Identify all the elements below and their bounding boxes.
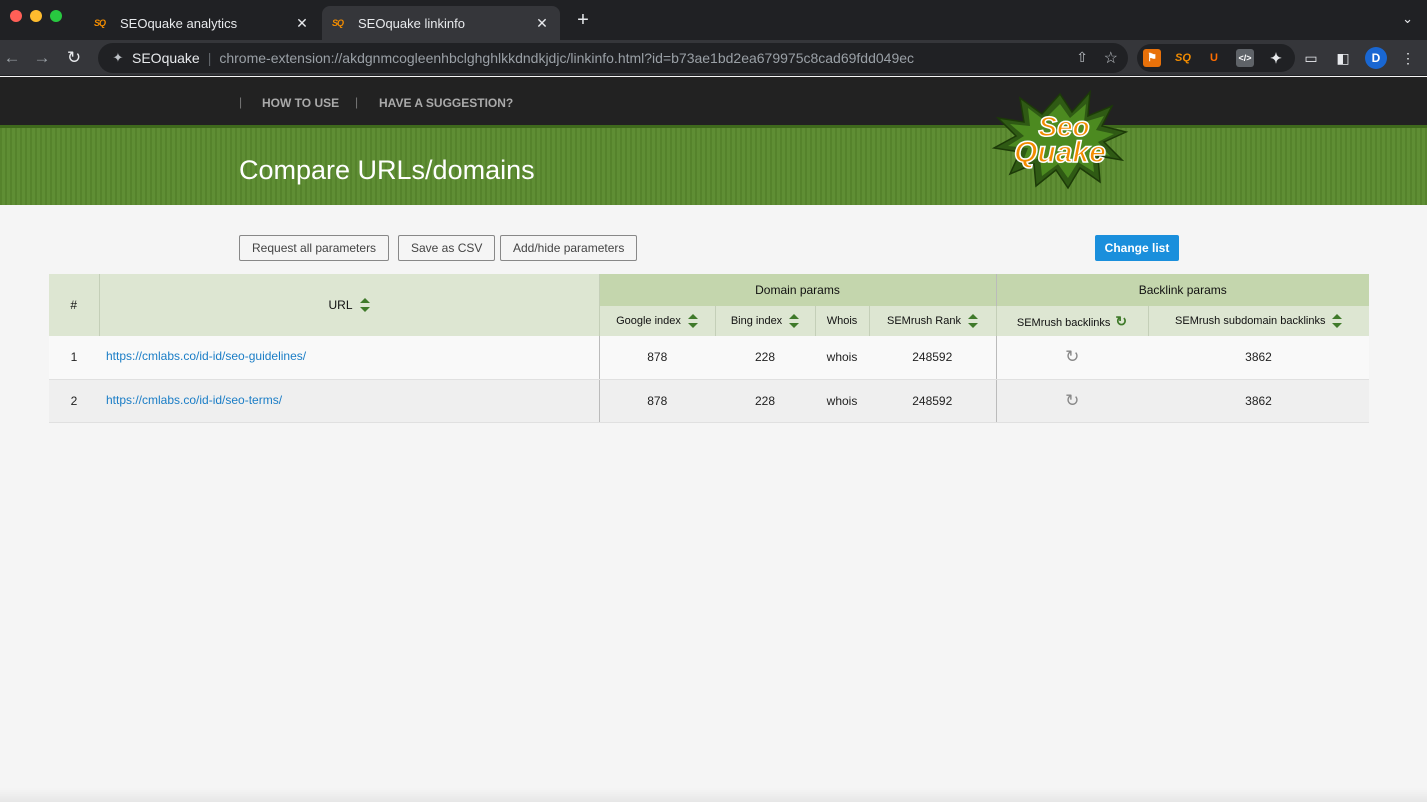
- column-header-google-index[interactable]: Google index: [598, 306, 716, 336]
- side-panel-icon[interactable]: ◧: [1333, 48, 1353, 68]
- url-link[interactable]: https://cmlabs.co/id-id/seo-guidelines/: [106, 349, 306, 363]
- group-header-backlink-params: Backlink params: [995, 274, 1369, 306]
- back-arrow-icon[interactable]: ←: [0, 46, 24, 70]
- bookmark-star-icon[interactable]: ☆: [1104, 48, 1118, 68]
- table-row: 1 https://cmlabs.co/id-id/seo-guidelines…: [49, 336, 1369, 380]
- puzzle-icon[interactable]: ✦: [1267, 49, 1285, 67]
- close-icon[interactable]: ✕: [294, 15, 310, 32]
- sort-arrows-icon[interactable]: [359, 298, 370, 313]
- group-header-domain-params: Domain params: [598, 274, 996, 306]
- chevron-down-icon[interactable]: ⌄: [1402, 11, 1413, 27]
- address-bar[interactable]: ✦ SEOquake | chrome-extension://akdgnmco…: [98, 43, 1128, 73]
- sort-arrows-icon[interactable]: [967, 314, 978, 328]
- minimize-window-button[interactable]: [30, 10, 42, 22]
- row-index: 2: [49, 379, 99, 423]
- maximize-window-button[interactable]: [50, 10, 62, 22]
- seoquake-extension-icon[interactable]: SQ: [1174, 49, 1192, 67]
- share-icon[interactable]: ⇧: [1076, 49, 1088, 66]
- tab-seoquake-linkinfo[interactable]: SQ SEOquake linkinfo ✕: [322, 6, 560, 40]
- divider: |: [355, 95, 359, 109]
- kebab-menu-icon[interactable]: ⋮: [1398, 48, 1418, 68]
- extension-flag-icon[interactable]: ⚑: [1143, 49, 1161, 67]
- bottom-shadow: [0, 788, 1427, 802]
- close-window-button[interactable]: [10, 10, 22, 22]
- column-header-semrush-backlinks[interactable]: SEMrush backlinks ↻: [995, 306, 1149, 336]
- logo-text-bottom: Quake: [1014, 136, 1106, 169]
- bing-index-value: 228: [715, 336, 815, 380]
- extension-name: SEOquake: [132, 50, 200, 66]
- semrush-rank-value: 248592: [869, 379, 996, 423]
- title-banner: Compare URLs/domains: [0, 125, 1427, 205]
- subdomain-backlinks-value: 3862: [1148, 379, 1369, 423]
- tab-seoquake-analytics[interactable]: SQ SEOquake analytics ✕: [84, 6, 320, 40]
- forward-arrow-icon[interactable]: →: [30, 46, 54, 70]
- tab-title: SEOquake linkinfo: [358, 15, 465, 31]
- request-all-parameters-button[interactable]: Request all parameters: [239, 235, 390, 261]
- compare-table: # URL Domain params Backlink params Goog…: [49, 274, 1369, 423]
- profile-avatar[interactable]: D: [1365, 47, 1387, 69]
- column-header-bing-index[interactable]: Bing index: [715, 306, 816, 336]
- seoquake-favicon-icon: SQ: [94, 18, 106, 28]
- new-tab-button[interactable]: +: [572, 9, 594, 31]
- browser-tab-bar: SQ SEOquake analytics ✕ SQ SEOquake link…: [0, 0, 1427, 40]
- bing-index-value: 228: [715, 379, 815, 423]
- column-header-whois: Whois: [815, 306, 870, 336]
- sort-arrows-icon[interactable]: [789, 314, 800, 328]
- page-header: | How to use | Have a suggestion?: [0, 77, 1427, 125]
- table-row: 2 https://cmlabs.co/id-id/seo-terms/ 878…: [49, 379, 1369, 423]
- column-header-semrush-subdomain-backlinks[interactable]: SEMrush subdomain backlinks: [1148, 306, 1369, 336]
- divider: |: [207, 50, 212, 66]
- row-index: 1: [49, 336, 99, 380]
- change-list-button[interactable]: Change list: [1095, 235, 1179, 261]
- whois-link[interactable]: whois: [815, 379, 869, 423]
- extensions-bar: ⚑ SQ U </> ✦: [1137, 44, 1295, 72]
- divider: |: [239, 95, 243, 109]
- sort-arrows-icon[interactable]: [687, 314, 698, 328]
- column-header-url[interactable]: URL: [99, 274, 600, 336]
- column-header-semrush-rank[interactable]: SEMrush Rank: [869, 306, 997, 336]
- google-index-value: 878: [598, 379, 715, 423]
- browser-toolbar: ← → ↻ ✦ SEOquake | chrome-extension://ak…: [0, 40, 1427, 76]
- nav-how-to-use[interactable]: How to use: [262, 96, 339, 110]
- google-index-value: 878: [598, 336, 715, 380]
- whois-link[interactable]: whois: [815, 336, 869, 380]
- subdomain-backlinks-value: 3862: [1148, 336, 1369, 380]
- url-text[interactable]: chrome-extension://akdgnmcogleenhbclghgh…: [219, 50, 914, 66]
- reload-icon[interactable]: ↻: [62, 46, 86, 70]
- url-link[interactable]: https://cmlabs.co/id-id/seo-terms/: [106, 393, 282, 407]
- cast-icon[interactable]: ▭: [1301, 48, 1321, 68]
- seoquake-logo[interactable]: Seo Quake: [990, 90, 1130, 190]
- refresh-icon[interactable]: ↻: [1115, 313, 1127, 329]
- code-extension-icon[interactable]: </>: [1236, 49, 1254, 67]
- ublock-extension-icon[interactable]: U: [1205, 49, 1223, 67]
- page-title: Compare URLs/domains: [239, 155, 535, 185]
- column-header-index: #: [49, 274, 100, 336]
- nav-have-a-suggestion[interactable]: Have a suggestion?: [379, 96, 513, 110]
- puzzle-icon: ✦: [112, 50, 124, 65]
- save-as-csv-button[interactable]: Save as CSV: [398, 235, 496, 261]
- semrush-rank-value: 248592: [869, 336, 996, 380]
- sort-arrows-icon[interactable]: [1332, 314, 1343, 328]
- refresh-icon[interactable]: ↻: [1065, 391, 1079, 410]
- tab-title: SEOquake analytics: [120, 15, 238, 31]
- refresh-icon[interactable]: ↻: [1065, 347, 1079, 366]
- seoquake-favicon-icon: SQ: [332, 18, 344, 28]
- close-icon[interactable]: ✕: [534, 15, 550, 32]
- add-hide-parameters-button[interactable]: Add/hide parameters: [500, 235, 638, 261]
